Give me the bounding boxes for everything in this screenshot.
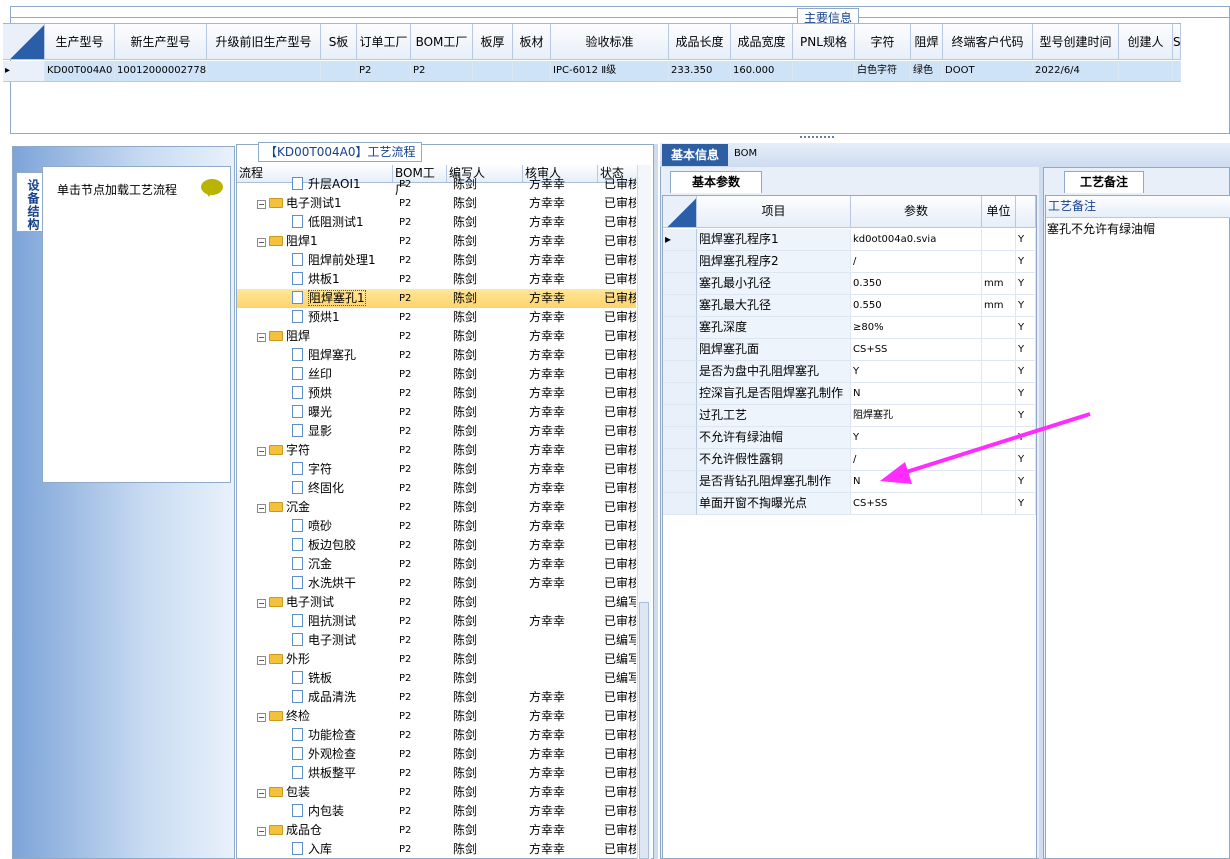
arrow-shaft: [899, 412, 1091, 476]
arrow-head: [880, 462, 912, 484]
annotation-arrow: [880, 412, 1091, 484]
